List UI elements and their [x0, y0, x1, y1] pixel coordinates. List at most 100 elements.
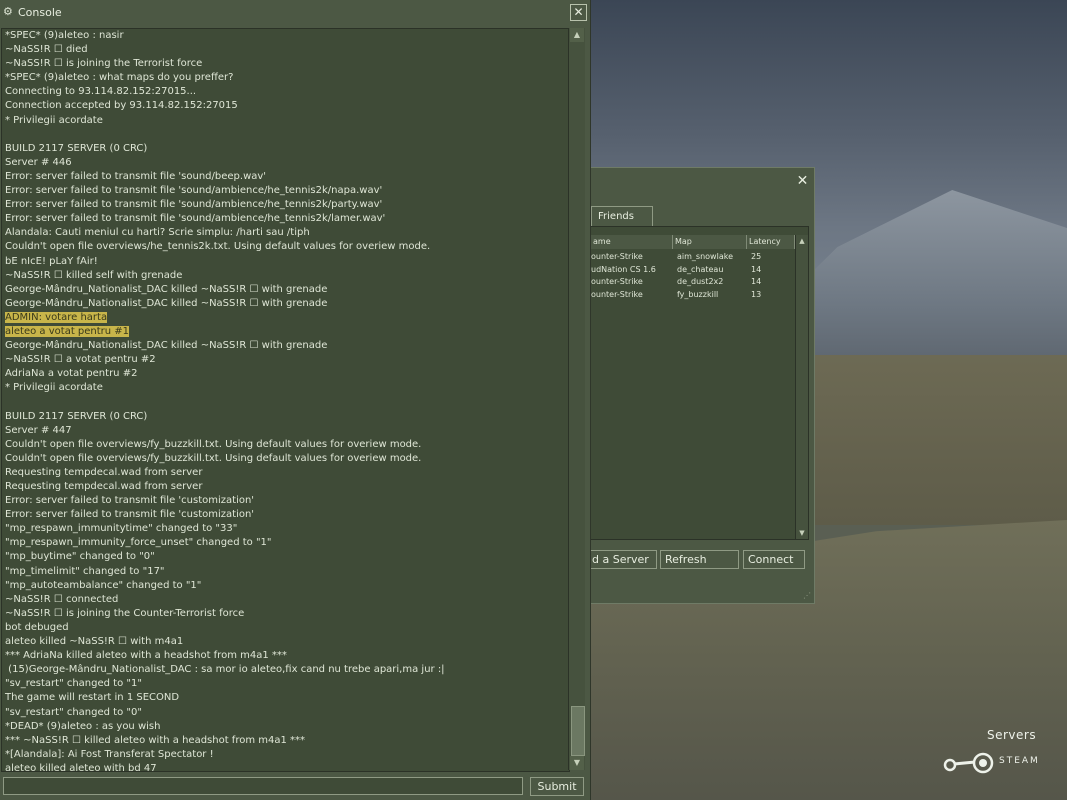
console-log-line: *[Alandala]: Ai Fost Transferat Spectato… [5, 748, 214, 760]
console-log-line: George-Mândru_Nationalist_DAC killed ~Na… [5, 297, 328, 309]
server-cell-latency: 25 [751, 252, 762, 261]
console-log-line: ~NaSS!R ☐ a votat pentru #2 [5, 354, 156, 366]
console-log-line: ~NaSS!R ☐ is joining the Terrorist force [5, 58, 203, 70]
add-server-button[interactable]: d a Server [587, 550, 657, 569]
console-window: ⚙ Console ✕ *SPEC* (9)aleteo : nasir ~NaS… [0, 0, 591, 800]
console-log-line: Error: server failed to transmit file 's… [5, 199, 383, 211]
console-log-line: BUILD 2117 SERVER (0 CRC) [5, 142, 148, 154]
scroll-down-icon[interactable]: ▼ [570, 756, 584, 770]
console-log-line: Error: server failed to transmit file 's… [5, 185, 383, 197]
console-log-line: aleteo killed aleteo with bd 47 [5, 762, 157, 772]
console-log-line: Requesting tempdecal.wad from server [5, 481, 203, 492]
console-log-line: Error: server failed to transmit file 'c… [5, 509, 255, 521]
console-log-line: "mp_timelimit" changed to "17" [5, 565, 165, 577]
console-log-line: bot debuged [5, 621, 69, 633]
server-cell-name: ounter-Strike [591, 277, 643, 286]
console-command-input[interactable] [3, 777, 523, 795]
scroll-thumb[interactable] [571, 706, 585, 756]
scroll-up-icon[interactable]: ▲ [796, 235, 808, 247]
console-log-line: Error: server failed to transmit file 's… [5, 170, 267, 182]
console-log-line: Connection accepted by 93.114.82.152:270… [5, 100, 238, 112]
console-log-line: Alandala: Cauti meniul cu harti? Scrie s… [5, 227, 310, 239]
console-log-line: Error: server failed to transmit file 's… [5, 213, 386, 225]
console-log-line: *** AdriaNa killed aleteo with a headsho… [5, 650, 287, 662]
console-log-line: *SPEC* (9)aleteo : what maps do you pref… [5, 72, 234, 84]
servers-badge-steam: STEAM [999, 756, 1040, 766]
server-cell-map: aim_snowlake [677, 252, 733, 261]
server-row[interactable]: ounter-Strike fy_buzzkill 13 [591, 289, 795, 302]
column-name[interactable]: ame [591, 235, 673, 249]
console-log-line: ~NaSS!R ☐ died [5, 44, 88, 56]
console-log-line: Server # 446 [5, 156, 72, 168]
tab-friends[interactable]: Friends [591, 206, 653, 226]
console-log-line: AdriaNa a votat pentru #2 [5, 368, 138, 380]
server-list-header: ame Map Latency [591, 235, 796, 249]
console-log-line: "mp_respawn_immunitytime" changed to "33… [5, 523, 238, 535]
console-scrollbar[interactable]: ▲ ▼ [568, 28, 585, 770]
scroll-up-icon[interactable]: ▲ [570, 28, 584, 42]
console-title: Console [18, 6, 62, 19]
column-latency[interactable]: Latency [747, 235, 795, 249]
console-log-line: "sv_restart" changed to "0" [5, 706, 142, 718]
console-log-line: "mp_respawn_immunity_force_unset" change… [5, 537, 272, 549]
server-cell-map: de_dust2x2 [677, 277, 724, 286]
console-log-line: * Privilegii acordate [5, 114, 103, 126]
servers-badge-title: Servers [987, 728, 1037, 742]
console-log-line: George-Mândru_Nationalist_DAC killed ~Na… [5, 283, 328, 295]
console-log-line: bE nIcE! pLaY fAir! [5, 255, 98, 267]
connect-button[interactable]: Connect [743, 550, 805, 569]
server-row[interactable]: udNation CS 1.6 de_chateau 14 [591, 264, 795, 277]
console-log-line: The game will restart in 1 SECOND [5, 692, 180, 704]
console-log-line: aleteo a votat pentru #1 [5, 325, 130, 337]
console-log-line: *** ~NaSS!R ☐ killed aleteo with a heads… [5, 734, 306, 746]
console-log-line: Connecting to 93.114.82.152:27015... [5, 86, 197, 98]
server-cell-latency: 14 [751, 277, 762, 286]
console-log-line: Couldn't open file overviews/fy_buzzkill… [5, 438, 422, 450]
refresh-button[interactable]: Refresh [660, 550, 739, 569]
console-log-line: *SPEC* (9)aleteo : nasir [5, 30, 124, 41]
server-cell-map: fy_buzzkill [677, 289, 719, 299]
server-row[interactable]: ounter-Strike de_dust2x2 14 [591, 276, 795, 289]
console-log-line: "mp_buytime" changed to "0" [5, 551, 155, 563]
submit-button[interactable]: Submit [530, 777, 584, 796]
server-cell-latency: 13 [751, 289, 762, 299]
console-log-line: ~NaSS!R ☐ connected [5, 593, 119, 605]
console-log-line [5, 128, 569, 142]
steam-icon: ⚙ [3, 5, 13, 18]
scroll-down-icon[interactable]: ▼ [796, 527, 808, 539]
servers-tabbar: Friends [591, 206, 811, 226]
server-list[interactable]: ame Map Latency ounter-Strike aim_snowlak… [591, 226, 809, 540]
console-log-line: George-Mândru_Nationalist_DAC killed ~Na… [5, 340, 328, 352]
console-log-line: Couldn't open file overviews/he_tennis2k… [5, 241, 431, 253]
console-log-line: aleteo killed ~NaSS!R ☐ with m4a1 [5, 636, 184, 648]
column-map[interactable]: Map [673, 235, 747, 249]
console-log-line: Couldn't open file overviews/fy_buzzkill… [5, 452, 422, 464]
servers-window: ✕ Friends ame Map Latency ounter-Strike a… [587, 167, 815, 604]
console-log-line: ADMIN: votare harta [5, 311, 108, 323]
server-cell-map: de_chateau [677, 264, 724, 274]
server-cell-name: udNation CS 1.6 [591, 264, 656, 274]
server-cell-name: ounter-Strike [591, 289, 643, 299]
resize-grip-icon[interactable]: ⋰ [803, 591, 811, 600]
server-cell-latency: 14 [751, 264, 762, 274]
console-log-line: Server # 447 [5, 424, 72, 436]
console-log-line: "mp_autoteambalance" changed to "1" [5, 579, 202, 591]
console-log-line: Requesting tempdecal.wad from server [5, 466, 203, 478]
server-row[interactable]: ounter-Strike aim_snowlake 25 [591, 251, 795, 264]
servers-close-icon[interactable]: ✕ [795, 174, 810, 189]
console-log-line: BUILD 2117 SERVER (0 CRC) [5, 410, 148, 422]
console-log-line: Error: server failed to transmit file 'c… [5, 495, 255, 507]
console-log-line: *DEAD* (9)aleteo : as you wish [5, 720, 161, 732]
console-log-line: "sv_restart" changed to "1" [5, 678, 142, 690]
server-cell-name: ounter-Strike [591, 252, 643, 261]
console-log-line: * Privilegii acordate [5, 382, 103, 394]
console-titlebar[interactable]: ⚙ Console ✕ [0, 0, 590, 24]
console-log[interactable]: *SPEC* (9)aleteo : nasir ~NaSS!R ☐ died ~N… [1, 28, 570, 772]
server-list-scrollbar[interactable]: ▲ ▼ [795, 235, 808, 539]
console-log-line [5, 395, 569, 409]
console-log-line: ~NaSS!R ☐ killed self with grenade [5, 269, 183, 281]
console-log-line: ~NaSS!R ☐ is joining the Counter-Terrori… [5, 607, 245, 619]
console-close-icon[interactable]: ✕ [570, 4, 587, 21]
steam-logo-icon [943, 752, 994, 774]
console-log-line: (15)George-Mândru_Nationalist_DAC : sa m… [5, 664, 445, 676]
